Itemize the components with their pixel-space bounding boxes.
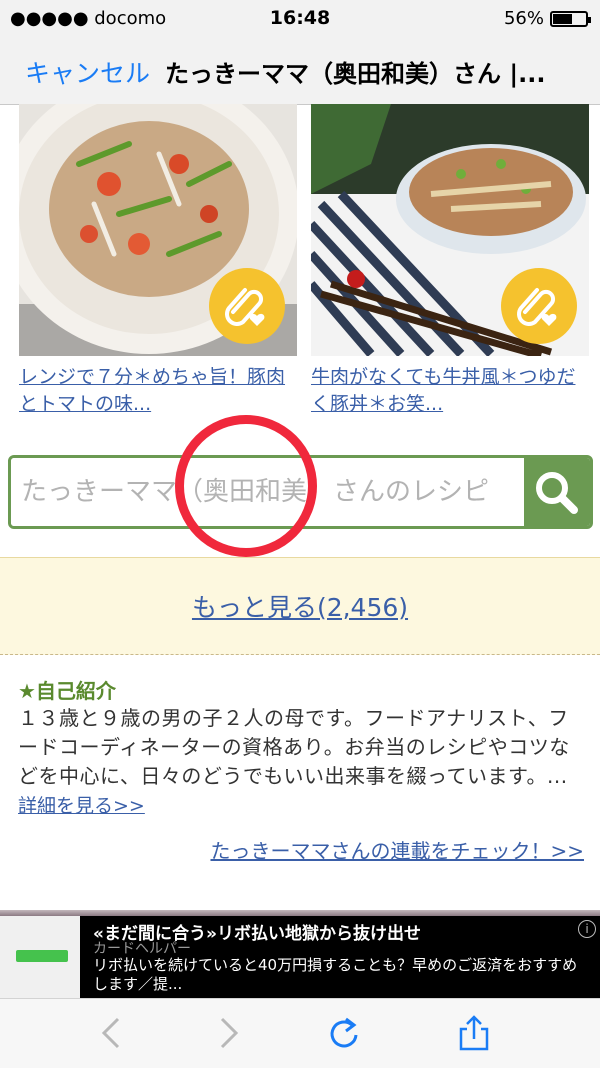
recipe-card[interactable]: 牛肉がなくても牛丼風＊つゆだく豚丼＊お笑... [311,104,589,418]
page-title: たっきーママ（奥田和美）さん |... [165,60,546,88]
self-introduction: ★自己紹介 １３歳と９歳の男の子２人の母です。フードアナリスト、フードコーディネ… [18,675,583,818]
recipe-title-link[interactable]: レンジで７分＊めちゃ旨！豚肉とトマトの味... [19,364,297,418]
ad-source: カードヘルパー [93,941,191,957]
detail-link[interactable]: 詳細を見る>> [18,795,145,817]
intro-heading: ★自己紹介 [18,679,116,703]
forward-icon[interactable] [210,1015,246,1051]
recipe-image[interactable] [19,104,297,356]
recipe-title-link[interactable]: 牛肉がなくても牛丼風＊つゆだく豚丼＊お笑... [311,364,589,418]
serial-link[interactable]: たっきーママさんの連載をチェック！>> [210,835,584,864]
navigation-bar: キャンセル たっきーママ（奥田和美）さん |... [0,36,600,105]
back-icon[interactable] [94,1015,130,1051]
more-section: もっと見る(2,456) [0,557,600,655]
battery-percent: 56% [503,8,544,29]
battery-icon [550,10,591,27]
recipe-card[interactable]: レンジで７分＊めちゃ旨！豚肉とトマトの味... [19,104,297,418]
status-bar: ●●●●● docomo 16:48 56% [0,0,600,36]
browser-toolbar [0,998,600,1068]
search-icon [536,472,578,514]
cancel-button[interactable]: キャンセル [25,54,150,90]
red-circle-annotation [175,415,317,557]
status-right: 56% [503,8,591,29]
ad-info-icon[interactable]: i [578,920,596,938]
clip-heart-icon[interactable] [209,268,285,344]
more-link[interactable]: もっと見る(2,456) [192,588,408,624]
share-icon[interactable] [456,1015,492,1051]
ad-thumbnail[interactable] [0,916,80,998]
recipe-image[interactable] [311,104,589,356]
clip-heart-icon[interactable] [501,268,577,344]
search-button[interactable] [524,458,590,526]
ad-banner[interactable]: «まだ間に合う»リボ払い地獄から抜け出せ カードヘルパー リボ払いを続けていると… [0,916,600,998]
reload-icon[interactable] [326,1015,362,1051]
ad-thumbnail-graphic [16,950,68,962]
intro-text: １３歳と９歳の男の子２人の母です。フードアナリスト、フードコーディネーターの資格… [18,706,570,788]
ad-description[interactable]: リボ払いを続けていると40万円損することも？早めのご返済をおすすめします／提..… [93,956,583,994]
